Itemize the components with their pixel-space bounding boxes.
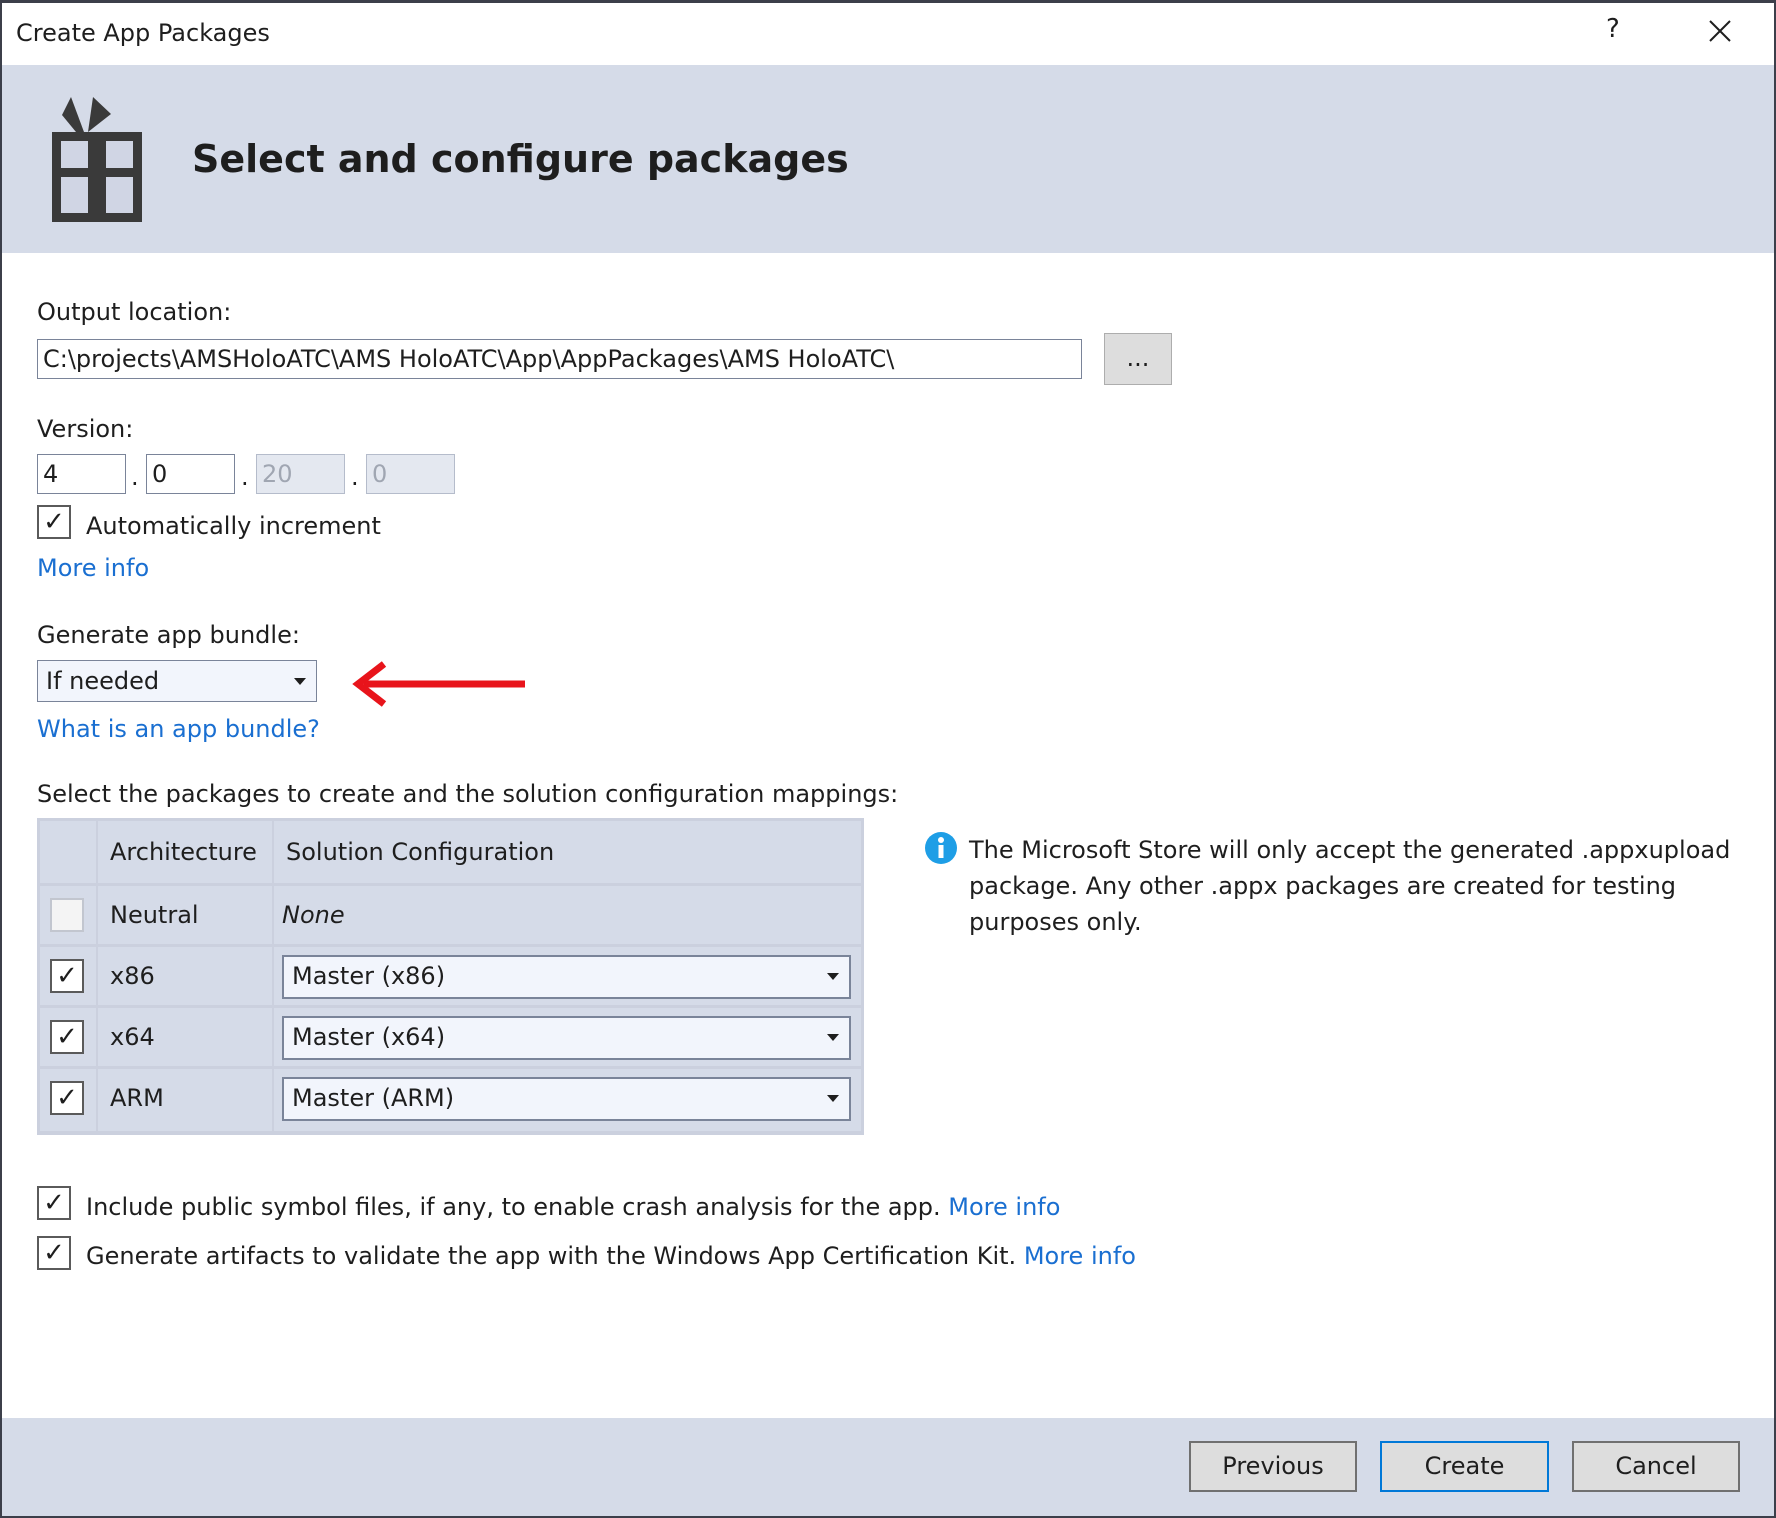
version-build-input: 20 bbox=[256, 454, 345, 494]
wack-more-info-link[interactable]: More info bbox=[1024, 1242, 1136, 1270]
output-location-label: Output location: bbox=[37, 298, 232, 326]
bundle-label: Generate app bundle: bbox=[37, 621, 300, 649]
version-label: Version: bbox=[37, 415, 134, 443]
auto-increment-checkbox[interactable]: ✓ bbox=[37, 505, 71, 539]
chevron-down-icon bbox=[827, 973, 839, 980]
wack-checkbox[interactable]: ✓ bbox=[37, 1236, 71, 1270]
version-separator: . bbox=[131, 463, 139, 491]
column-header-architecture: Architecture bbox=[98, 821, 272, 883]
version-separator: . bbox=[241, 463, 249, 491]
auto-increment-label: Automatically increment bbox=[86, 512, 381, 540]
version-separator: . bbox=[351, 463, 359, 491]
chevron-down-icon bbox=[294, 678, 306, 685]
cancel-button[interactable]: Cancel bbox=[1572, 1441, 1740, 1492]
arch-label: x64 bbox=[110, 1023, 155, 1051]
row-checkbox-x86[interactable]: ✓ bbox=[50, 959, 84, 993]
app-bundle-help-link[interactable]: What is an app bundle? bbox=[37, 714, 320, 744]
config-dropdown-x86[interactable]: Master (x86) bbox=[282, 955, 851, 999]
create-button[interactable]: Create bbox=[1380, 1441, 1549, 1492]
arch-label: x86 bbox=[110, 962, 155, 990]
arch-label: Neutral bbox=[110, 901, 199, 929]
column-header-configuration: Solution Configuration bbox=[274, 821, 861, 883]
version-revision-input: 0 bbox=[366, 454, 455, 494]
packages-table: Architecture Solution Configuration Neut… bbox=[37, 818, 864, 1135]
gift-package-icon bbox=[52, 97, 142, 222]
version-minor-input[interactable]: 0 bbox=[146, 454, 235, 494]
bundle-selected-value: If needed bbox=[46, 667, 160, 695]
header-band: Select and configure packages bbox=[2, 65, 1774, 253]
info-icon bbox=[925, 832, 957, 864]
chevron-down-icon bbox=[827, 1095, 839, 1102]
page-title: Select and configure packages bbox=[192, 137, 849, 181]
row-checkbox-arm[interactable]: ✓ bbox=[50, 1081, 84, 1115]
symbol-files-checkbox[interactable]: ✓ bbox=[37, 1186, 71, 1220]
row-checkbox-x64[interactable]: ✓ bbox=[50, 1020, 84, 1054]
red-arrow-annotation bbox=[352, 661, 525, 707]
row-checkbox-neutral[interactable] bbox=[50, 898, 84, 932]
version-major-input[interactable]: 4 bbox=[37, 454, 126, 494]
version-more-info-link[interactable]: More info bbox=[37, 553, 149, 583]
close-icon[interactable] bbox=[1709, 20, 1731, 42]
bundle-dropdown[interactable]: If needed bbox=[37, 660, 317, 702]
arch-label: ARM bbox=[110, 1084, 164, 1112]
title-bar: Create App Packages ? bbox=[0, 0, 1776, 65]
store-info-text: The Microsoft Store will only accept the… bbox=[969, 836, 1731, 936]
browse-button[interactable]: ... bbox=[1104, 333, 1172, 385]
chevron-down-icon bbox=[827, 1034, 839, 1041]
symbol-files-more-info-link[interactable]: More info bbox=[948, 1193, 1060, 1221]
question-icon[interactable]: ? bbox=[1606, 14, 1620, 44]
config-dropdown-arm[interactable]: Master (ARM) bbox=[282, 1077, 851, 1121]
config-dropdown-x64[interactable]: Master (x64) bbox=[282, 1016, 851, 1060]
output-location-input[interactable]: C:\projects\AMSHoloATC\AMS HoloATC\App\A… bbox=[37, 339, 1082, 379]
previous-button[interactable]: Previous bbox=[1189, 1441, 1357, 1492]
wack-option: Generate artifacts to validate the app w… bbox=[86, 1242, 1136, 1270]
config-value: None bbox=[282, 901, 345, 929]
packages-label: Select the packages to create and the so… bbox=[37, 780, 899, 808]
window-title: Create App Packages bbox=[16, 19, 270, 47]
symbol-files-option: Include public symbol files, if any, to … bbox=[86, 1193, 1061, 1221]
